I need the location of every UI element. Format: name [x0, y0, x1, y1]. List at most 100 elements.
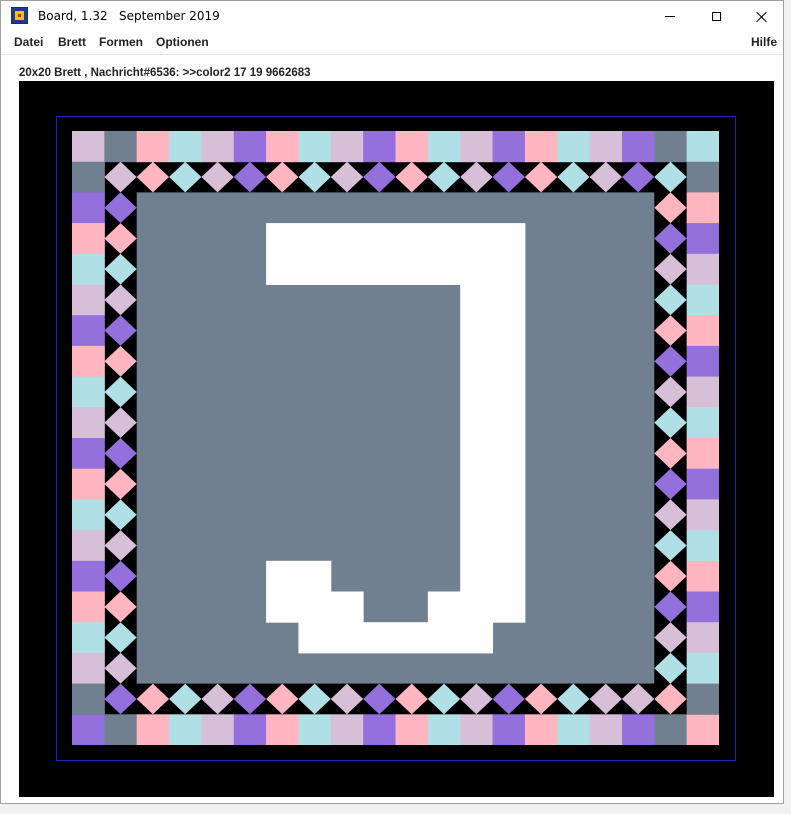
status-message: 20x20 Brett , Nachricht#6536: >>color2 1… — [19, 67, 311, 79]
title-bar[interactable]: Board, 1.32 September 2019 — [1, 1, 783, 32]
square-cell[interactable] — [395, 131, 429, 163]
square-cell[interactable] — [72, 161, 105, 193]
square-cell[interactable] — [330, 131, 364, 163]
board-grid[interactable] — [72, 131, 719, 745]
letter-j-block[interactable] — [298, 591, 364, 623]
square-cell[interactable] — [72, 622, 105, 654]
minimize-button[interactable] — [647, 1, 693, 32]
square-cell[interactable] — [686, 315, 719, 347]
square-cell[interactable] — [72, 376, 105, 408]
close-icon — [756, 11, 768, 23]
maximize-button[interactable] — [693, 1, 739, 32]
close-button[interactable] — [739, 1, 785, 32]
square-cell[interactable] — [233, 131, 267, 163]
square-cell[interactable] — [136, 714, 170, 745]
menu-brett[interactable]: Brett — [58, 35, 86, 49]
square-cell[interactable] — [72, 192, 105, 224]
square-cell[interactable] — [460, 714, 494, 745]
square-cell[interactable] — [686, 253, 719, 285]
letter-j-block[interactable] — [460, 284, 526, 593]
square-cell[interactable] — [72, 560, 105, 592]
square-cell[interactable] — [266, 714, 299, 745]
square-cell[interactable] — [72, 438, 105, 470]
square-cell[interactable] — [104, 131, 138, 163]
square-cell[interactable] — [427, 131, 461, 163]
square-cell[interactable] — [201, 131, 235, 163]
square-cell[interactable] — [621, 714, 655, 745]
square-cell[interactable] — [72, 284, 105, 316]
square-cell[interactable] — [72, 714, 105, 745]
square-cell[interactable] — [686, 499, 719, 531]
square-cell[interactable] — [524, 131, 558, 163]
square-cell[interactable] — [169, 714, 202, 745]
square-cell[interactable] — [298, 714, 332, 745]
square-cell[interactable] — [686, 131, 719, 163]
square-cell[interactable] — [72, 345, 105, 378]
square-cell[interactable] — [686, 345, 719, 378]
square-cell[interactable] — [686, 407, 719, 439]
square-cell[interactable] — [686, 622, 719, 654]
square-cell[interactable] — [589, 131, 623, 163]
square-cell[interactable] — [686, 223, 719, 255]
square-cell[interactable] — [686, 591, 719, 623]
square-cell[interactable] — [72, 253, 105, 285]
letter-j-block[interactable] — [266, 223, 526, 285]
square-cell[interactable] — [686, 192, 719, 224]
square-cell[interactable] — [169, 131, 202, 163]
square-cell[interactable] — [72, 683, 105, 715]
square-cell[interactable] — [492, 131, 526, 163]
maximize-icon — [711, 12, 721, 21]
square-cell[interactable] — [686, 560, 719, 592]
square-cell[interactable] — [72, 468, 105, 500]
square-cell[interactable] — [686, 714, 719, 745]
square-cell[interactable] — [621, 131, 655, 163]
square-cell[interactable] — [72, 652, 105, 685]
menu-optionen[interactable]: Optionen — [156, 35, 209, 49]
square-cell[interactable] — [72, 131, 105, 163]
square-cell[interactable] — [686, 530, 719, 562]
menu-formen[interactable]: Formen — [99, 35, 143, 49]
square-cell[interactable] — [72, 591, 105, 623]
square-cell[interactable] — [557, 714, 591, 745]
square-cell[interactable] — [266, 131, 299, 163]
menu-hilfe[interactable]: Hilfe — [751, 35, 777, 49]
square-cell[interactable] — [298, 131, 332, 163]
square-cell[interactable] — [233, 714, 267, 745]
square-cell[interactable] — [363, 714, 396, 745]
square-cell[interactable] — [524, 714, 558, 745]
square-cell[interactable] — [686, 284, 719, 316]
square-cell[interactable] — [686, 161, 719, 193]
letter-j-block[interactable] — [298, 622, 494, 654]
square-cell[interactable] — [72, 407, 105, 439]
square-cell[interactable] — [686, 438, 719, 470]
square-cell[interactable] — [589, 714, 623, 745]
board-app-icon[interactable] — [11, 7, 28, 24]
square-cell[interactable] — [201, 714, 235, 745]
square-cell[interactable] — [686, 652, 719, 685]
square-cell[interactable] — [654, 714, 688, 745]
square-cell[interactable] — [460, 131, 494, 163]
menu-datei[interactable]: Datei — [14, 35, 43, 49]
letter-j-block[interactable] — [427, 591, 526, 623]
square-cell[interactable] — [330, 714, 364, 745]
square-cell[interactable] — [686, 683, 719, 715]
square-cell[interactable] — [654, 131, 688, 163]
square-cell[interactable] — [72, 315, 105, 347]
square-cell[interactable] — [72, 499, 105, 531]
square-cell[interactable] — [492, 714, 526, 745]
square-cell[interactable] — [686, 376, 719, 408]
app-window: Board, 1.32 September 2019 Datei Brett F… — [0, 0, 784, 804]
square-cell[interactable] — [104, 714, 138, 745]
square-cell[interactable] — [395, 714, 429, 745]
square-cell[interactable] — [72, 223, 105, 255]
square-cell[interactable] — [427, 714, 461, 745]
square-cell[interactable] — [557, 131, 591, 163]
minimize-icon — [665, 16, 675, 17]
square-cell[interactable] — [136, 131, 170, 163]
square-cell[interactable] — [686, 468, 719, 500]
window-title: Board, 1.32 September 2019 — [38, 9, 220, 23]
menu-bar: Datei Brett Formen Optionen Hilfe — [1, 32, 783, 55]
board-canvas[interactable] — [19, 81, 774, 797]
square-cell[interactable] — [72, 530, 105, 562]
square-cell[interactable] — [363, 131, 396, 163]
